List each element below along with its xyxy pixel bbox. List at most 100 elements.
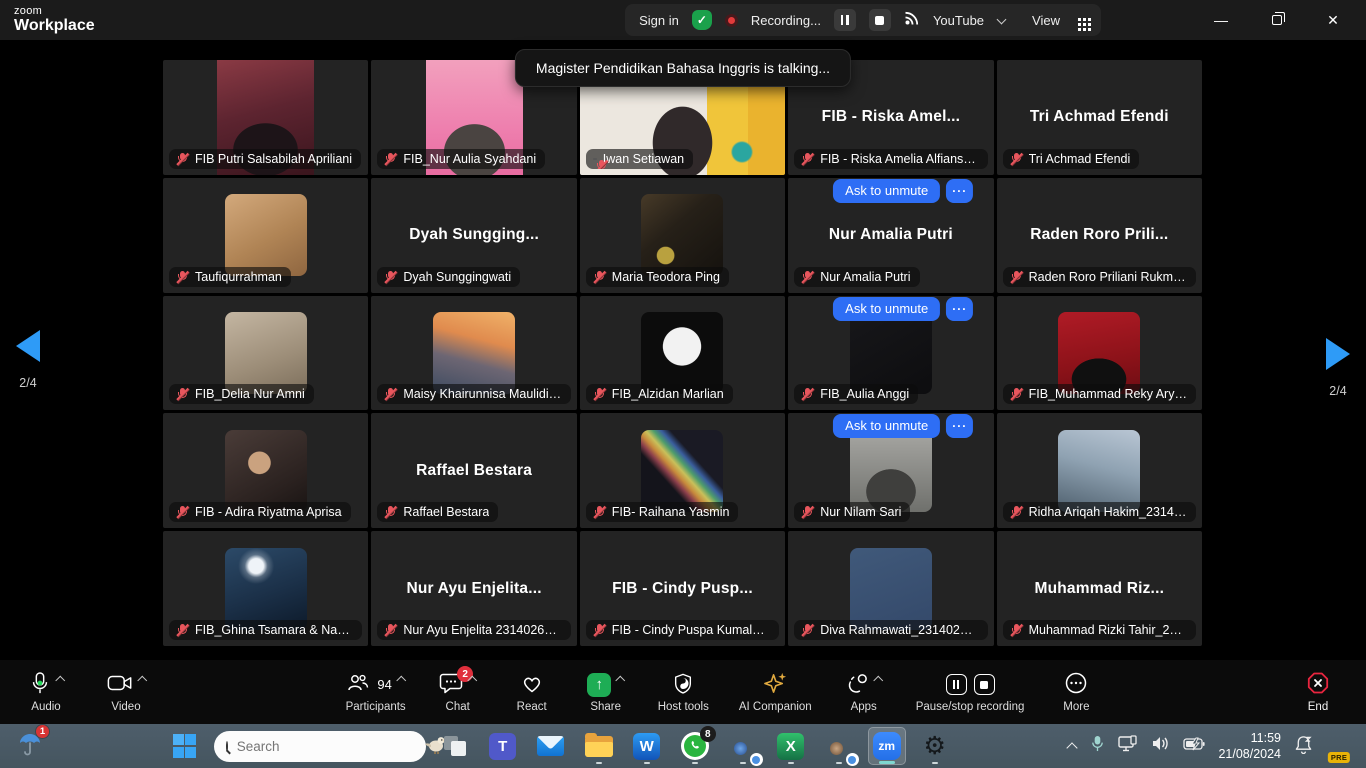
taskbar-item-teams[interactable]: T — [484, 727, 522, 765]
stop-recording-button[interactable] — [869, 9, 891, 31]
muted-mic-icon — [593, 270, 606, 284]
taskbar-item-word[interactable]: W — [628, 727, 666, 765]
more-button[interactable]: More — [1054, 672, 1098, 713]
participant-tile[interactable]: FIB_Delia Nur Amni — [163, 296, 368, 411]
view-button[interactable]: View — [1032, 13, 1060, 28]
ask-to-unmute-button[interactable]: Ask to unmute — [833, 414, 940, 438]
restore-button[interactable] — [1262, 12, 1292, 28]
participant-tile[interactable]: Ridha Ariqah Hakim_2314026... — [997, 413, 1202, 528]
ai-companion-button[interactable]: AI Companion — [739, 672, 812, 713]
start-button[interactable] — [166, 727, 204, 765]
muted-mic-icon — [384, 623, 397, 637]
muted-mic-icon — [176, 152, 189, 166]
participant-tile[interactable]: Nur Ayu Enjelita... Nur Ayu Enjelita 231… — [371, 531, 576, 646]
apps-options-chevron[interactable] — [874, 675, 882, 683]
participant-tile[interactable]: Maria Teodora Ping — [580, 178, 785, 293]
tray-volume-icon[interactable] — [1151, 735, 1170, 757]
participant-tile[interactable]: Taufiqurrahman — [163, 178, 368, 293]
apps-icon — [846, 672, 869, 698]
taskbar-item-mail[interactable] — [532, 727, 570, 765]
video-button[interactable]: Video — [104, 672, 148, 713]
chat-options-chevron[interactable] — [468, 675, 476, 683]
copilot-icon[interactable]: PRE — [1326, 733, 1352, 759]
folder-icon — [585, 736, 613, 757]
audio-button[interactable]: Audio — [24, 672, 68, 713]
name-tag: FIB- Raihana Yasmin — [586, 502, 739, 522]
participant-more-button[interactable]: ··· — [946, 179, 973, 203]
participant-tile[interactable]: Raffael Bestara Raffael Bestara — [371, 413, 576, 528]
stop-recording-icon[interactable] — [974, 674, 995, 695]
next-page-arrow-icon[interactable] — [1326, 338, 1350, 370]
participants-button[interactable]: 94 Participants — [346, 672, 406, 713]
youtube-chevron-down-icon[interactable] — [997, 16, 1005, 24]
participant-tile[interactable]: FIB_Ghina Tsamara & Nawaal ... — [163, 531, 368, 646]
previous-page-arrow-icon[interactable] — [16, 330, 40, 362]
tray-battery-icon[interactable] — [1183, 737, 1205, 756]
share-button[interactable]: ↑ Share — [584, 672, 628, 713]
close-button[interactable]: ✕ — [1318, 12, 1348, 29]
participant-tile[interactable]: FIB- Raihana Yasmin — [580, 413, 785, 528]
participant-tile[interactable]: Diva Rahmawati_2314026026 — [788, 531, 993, 646]
clock-date: 21/08/2024 — [1218, 746, 1281, 762]
tray-display-cast-icon[interactable] — [1118, 735, 1138, 758]
taskbar-item-zoom[interactable]: zm — [868, 727, 906, 765]
taskbar-item-file-explorer[interactable] — [580, 727, 618, 765]
taskbar-item-chrome-profile[interactable] — [820, 727, 858, 765]
participant-tile[interactable]: Raden Roro Prili... Raden Roro Priliani … — [997, 178, 1202, 293]
name-tag: FIB_Aulia Anggi — [794, 384, 918, 404]
taskbar-search[interactable] — [214, 731, 426, 762]
task-view-button[interactable] — [436, 727, 474, 765]
unmute-popup: Ask to unmute ··· — [833, 414, 973, 438]
ask-to-unmute-button[interactable]: Ask to unmute — [833, 179, 940, 203]
participant-tile[interactable]: FIB Putri Salsabilah Apriliani — [163, 60, 368, 175]
page-indicator: 2/4 — [1326, 384, 1350, 398]
participant-more-button[interactable]: ··· — [946, 414, 973, 438]
name-tag: FIB_Muhammad Reky Arya Nu... — [1003, 384, 1196, 404]
participant-tile[interactable]: Tri Achmad Efendi Tri Achmad Efendi — [997, 60, 1202, 175]
participant-tile[interactable]: FIB_Muhammad Reky Arya Nu... — [997, 296, 1202, 411]
muted-mic-icon — [384, 270, 397, 284]
participant-tile[interactable]: Muhammad Riz... Muhammad Rizki Tahir_231… — [997, 531, 1202, 646]
video-options-chevron[interactable] — [138, 675, 146, 683]
participants-options-chevron[interactable] — [397, 675, 405, 683]
security-shield-icon[interactable]: ✓ — [692, 10, 712, 30]
taskbar-item-chrome[interactable] — [724, 727, 762, 765]
participants-label: Participants — [346, 701, 406, 713]
participant-tile[interactable]: FIB - Adira Riyatma Aprisa — [163, 413, 368, 528]
apps-button[interactable]: Apps — [842, 672, 886, 713]
notification-bell-dnd-icon[interactable] — [1294, 734, 1313, 759]
search-input[interactable] — [237, 739, 414, 754]
participant-tile[interactable]: FIB - Cindy Pusp... FIB - Cindy Puspa Ku… — [580, 531, 785, 646]
profile-avatar-badge-icon — [830, 742, 843, 755]
pause-recording-button[interactable] — [834, 9, 856, 31]
tray-microphone-icon[interactable] — [1090, 735, 1105, 758]
ask-to-unmute-button[interactable]: Ask to unmute — [833, 297, 940, 321]
ai-companion-label: AI Companion — [739, 701, 812, 713]
end-meeting-button[interactable]: End — [1296, 672, 1340, 713]
minimize-button[interactable]: — — [1206, 12, 1236, 28]
sign-in-button[interactable]: Sign in — [639, 13, 679, 28]
pause-recording-icon[interactable] — [946, 674, 967, 695]
participant-more-button[interactable]: ··· — [946, 297, 973, 321]
muted-mic-icon — [1010, 387, 1023, 401]
ai-sparkle-icon — [763, 671, 788, 699]
participant-tile[interactable]: Dyah Sungging... Dyah Sunggingwati — [371, 178, 576, 293]
react-button[interactable]: React — [510, 672, 554, 713]
view-grid-icon[interactable] — [1078, 18, 1081, 21]
running-indicator — [788, 762, 794, 765]
chat-button[interactable]: 2 Chat — [436, 672, 480, 713]
taskbar-item-settings[interactable]: ⚙ — [916, 727, 954, 765]
share-options-chevron[interactable] — [616, 675, 624, 683]
tray-overflow-chevron-icon[interactable] — [1067, 741, 1077, 751]
whatsapp-badge: 8 — [700, 726, 716, 742]
pause-stop-recording-button[interactable]: Pause/stop recording — [916, 672, 1025, 713]
taskbar-clock[interactable]: 11:59 21/08/2024 — [1218, 730, 1281, 763]
participant-tile[interactable]: FIB_Alzidan Marlian — [580, 296, 785, 411]
youtube-stream-label[interactable]: YouTube — [933, 13, 984, 28]
participant-tile[interactable]: Maisy Khairunnisa Maulidina — [371, 296, 576, 411]
taskbar-item-excel[interactable]: X — [772, 727, 810, 765]
audio-options-chevron[interactable] — [56, 675, 64, 683]
host-tools-button[interactable]: Host tools — [658, 672, 709, 713]
weather-widget[interactable]: 1 — [18, 731, 52, 762]
taskbar-item-whatsapp[interactable]: 8 — [676, 727, 714, 765]
